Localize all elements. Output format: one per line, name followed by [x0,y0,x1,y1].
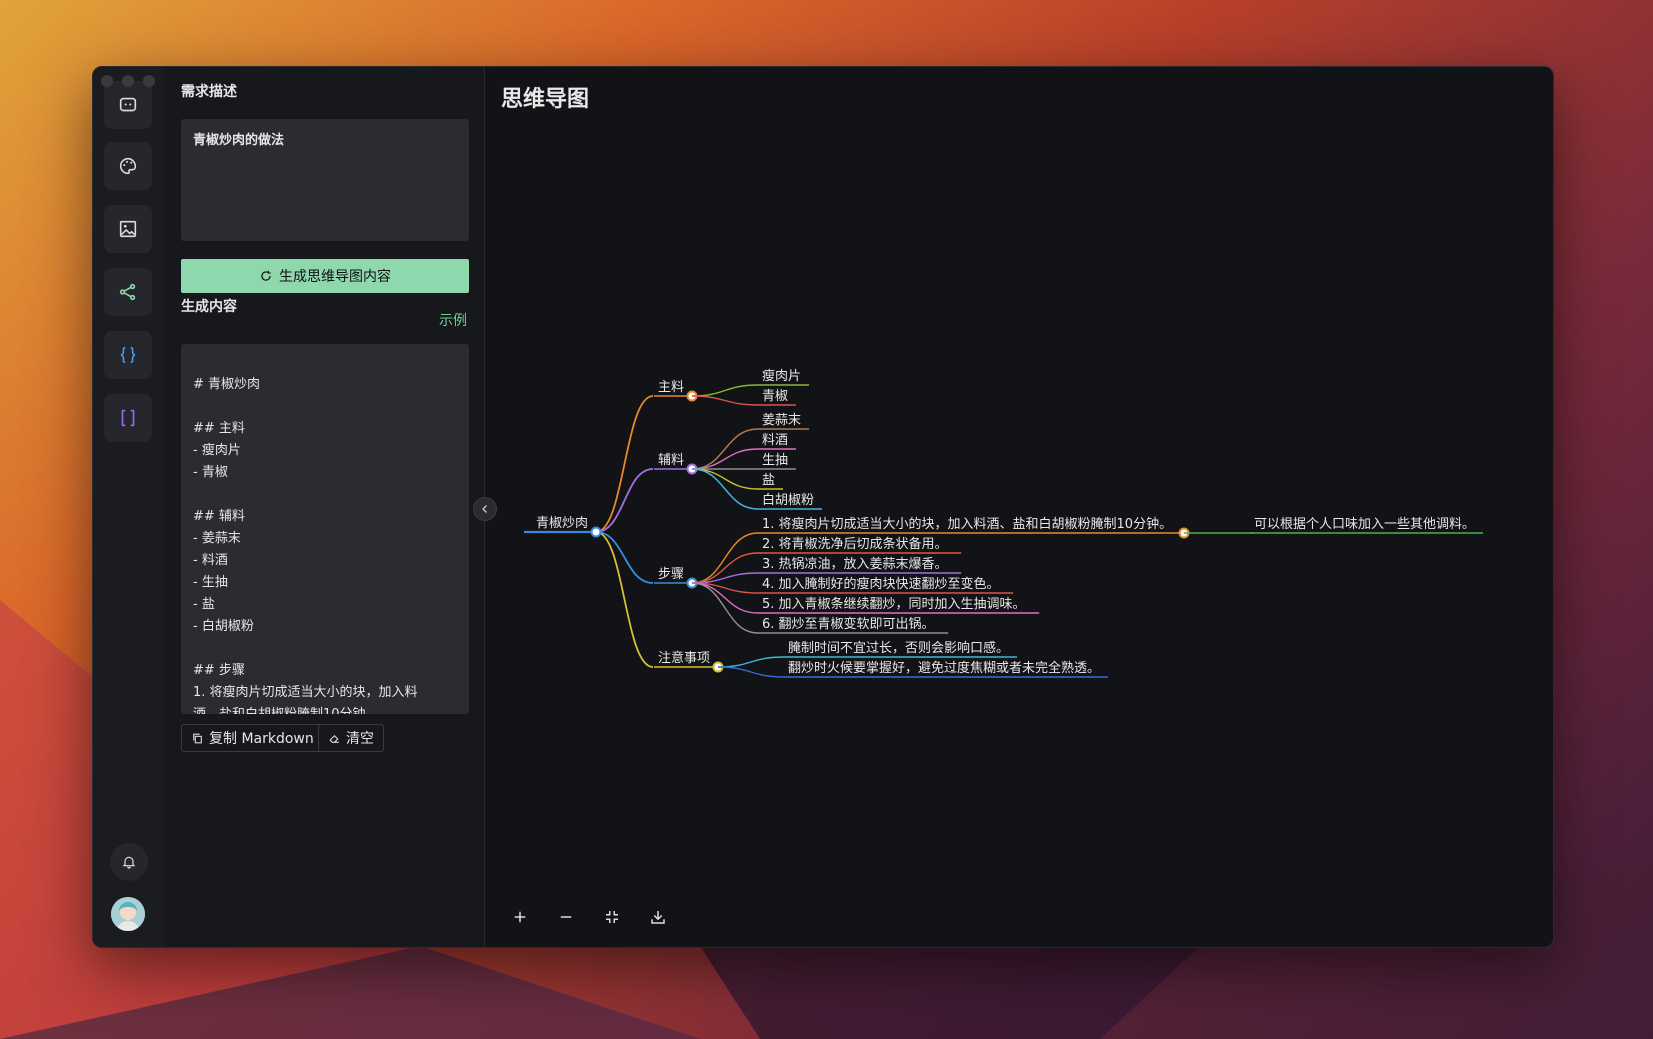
window-controls [101,75,155,87]
markdown-output[interactable]: # 青椒炒肉 ## 主料 - 瘦肉片 - 青椒 ## 辅料 - 姜蒜末 - 料酒… [181,344,469,714]
plus-icon [514,911,526,923]
leaf-node: 料酒 [762,433,788,448]
generated-content-label: 生成内容 [181,299,237,315]
copy-icon [193,733,202,743]
requirement-label: 需求描述 [181,84,237,100]
branch-node: 注意事项 [658,650,710,666]
mindmap-link [691,582,759,634]
app-window: 需求描述 青椒炒肉的做法 生成思维导图内容 生成内容 示例 # 青椒炒肉 ## … [92,66,1554,948]
collapse-panel-button[interactable] [473,497,497,521]
copy-markdown-label: 复制 Markdown [209,731,314,747]
minimize-window-button[interactable] [122,75,134,87]
leaf-node: 腌制时间不宜过长，否则会影响口感。 [788,640,1009,656]
nav-mindmap-button[interactable] [104,268,152,316]
minus-icon [560,916,572,918]
mindmap-icon [119,283,136,301]
palette-icon [119,157,137,175]
leaf-node: 翻炒时火候要掌握好，避免过度焦糊或者未完全熟透。 [788,660,1100,676]
leaf-node: 白胡椒粉 [762,492,814,508]
branch-node: 步骤 [658,567,684,582]
download-button[interactable] [646,905,670,929]
eraser-icon [329,734,339,743]
mindmap-link [691,395,759,406]
leaf-node: 生抽 [762,453,788,468]
generate-mindmap-label: 生成思维导图内容 [279,269,391,285]
mindmap-link [595,531,654,584]
user-avatar[interactable] [111,897,145,931]
leaf-node: 瘦肉片 [762,368,801,384]
copy-markdown-button[interactable]: 复制 Markdown [181,724,324,752]
nav-rail [93,67,164,947]
input-panel: 需求描述 青椒炒肉的做法 生成思维导图内容 生成内容 示例 # 青椒炒肉 ## … [164,67,485,947]
refresh-icon [261,270,271,281]
mindmap-link [691,532,759,584]
leaf-node: 5. 加入青椒条继续翻炒，同时加入生抽调味。 [762,596,1026,612]
example-link[interactable]: 示例 [439,310,467,330]
zoom-in-button[interactable] [508,905,532,929]
root-node: 青椒炒肉 [536,516,588,531]
zoom-out-button[interactable] [554,905,578,929]
image-icon [119,220,137,238]
leaf-node: 3. 热锅凉油，放入姜蒜末爆香。 [762,556,948,572]
requirement-textarea[interactable]: 青椒炒肉的做法 [181,119,469,241]
leaf-node: 1. 将瘦肉片切成适当大小的块，加入料酒、盐和白胡椒粉腌制10分钟。 [762,516,1172,532]
fit-icon [606,911,618,923]
bell-icon [122,856,136,869]
mindmap-link [691,384,759,397]
node-collapse-dot [590,526,602,538]
mindmap-link [595,531,654,668]
mindmap-link [691,448,759,470]
nav-image-button[interactable] [104,205,152,253]
mindmap-link [717,656,785,668]
nav-array-button[interactable] [104,394,152,442]
branch-node: 主料 [658,380,684,395]
nav-json-button[interactable] [104,331,152,379]
mindmap-area: 思维导图 青椒炒肉 主料 瘦肉片 青椒 辅料 姜蒜末 料酒 生抽盐白胡椒粉 步骤 1. 将瘦肉片切… [484,67,1553,947]
braces-icon [120,346,136,364]
leaf-node: 青椒 [762,389,788,404]
leaf-node: 可以根据个人口味加入一些其他调料。 [1254,517,1475,532]
generate-mindmap-button[interactable]: 生成思维导图内容 [181,259,469,293]
avatar-image-icon [111,897,145,931]
brackets-icon [121,409,135,427]
fit-view-button[interactable] [600,905,624,929]
nav-palette-button[interactable] [104,142,152,190]
chevron-left-icon [482,505,487,513]
leaf-node: 2. 将青椒洗净后切成条状备用。 [762,536,948,552]
download-icon [651,911,665,924]
notification-button[interactable] [110,843,148,881]
mindmap-link [595,395,654,533]
chat-icon [119,97,137,112]
mindmap-link [595,468,654,533]
leaf-node: 6. 翻炒至青椒变软即可出锅。 [762,616,935,632]
mindmap-link [717,666,785,678]
leaf-node: 4. 加入腌制好的瘦肉块快速翻炒至变色。 [762,576,1000,592]
close-window-button[interactable] [101,75,113,87]
clear-label: 清空 [346,731,374,747]
nav-chat-button[interactable] [104,81,152,129]
leaf-node: 姜蒜末 [762,413,801,428]
leaf-node: 盐 [762,473,775,488]
branch-node: 辅料 [658,453,684,468]
clear-button[interactable]: 清空 [318,724,384,752]
maximize-window-button[interactable] [143,75,155,87]
mindmap-canvas[interactable]: 青椒炒肉 主料 瘦肉片青椒辅料 姜蒜末料酒生抽盐白胡椒粉步骤 1. 将瘦肉片切成适当大小… [484,67,1553,947]
mindmap-link [691,468,759,490]
